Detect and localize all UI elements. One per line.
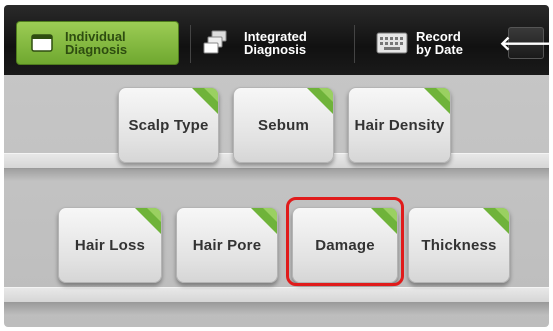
top-navigation-bar: Individual Diagnosis Integrated Diagnosi… <box>4 5 549 75</box>
scalp-type-button[interactable]: Scalp Type <box>118 87 219 163</box>
corner-tab-highlight <box>436 88 450 102</box>
corner-tab-highlight <box>263 208 277 222</box>
back-arrow-icon: 🡐 <box>499 32 549 55</box>
sebum-button[interactable]: Sebum <box>233 87 334 163</box>
tab-integrated-diagnosis[interactable]: Integrated Diagnosis <box>202 21 337 65</box>
tile-label: Scalp Type <box>128 116 209 134</box>
corner-tab-highlight <box>495 208 509 222</box>
tab-label: Record by Date <box>416 29 463 57</box>
back-button[interactable]: 🡐 <box>499 27 549 59</box>
shelf-shadow <box>4 169 549 181</box>
tab-record-by-date[interactable]: Record by Date <box>370 21 500 65</box>
tab-label: Individual Diagnosis <box>65 29 128 57</box>
hair-pore-button[interactable]: Hair Pore <box>176 207 278 283</box>
shelf-shadow <box>4 303 549 315</box>
hair-density-button[interactable]: Hair Density <box>348 87 451 163</box>
thickness-button[interactable]: Thickness <box>408 207 510 283</box>
tile-label: Hair Pore <box>192 236 262 254</box>
stacked-cards-icon <box>203 30 227 54</box>
tab-label: Integrated Diagnosis <box>244 29 307 57</box>
corner-tab-highlight <box>204 88 218 102</box>
corner-tab-highlight <box>319 88 333 102</box>
app-screen: Individual Diagnosis Integrated Diagnosi… <box>4 5 549 327</box>
keyboard-icon <box>376 32 408 54</box>
tile-label: Sebum <box>257 116 309 134</box>
tile-label: Hair Density <box>354 116 445 134</box>
window-icon <box>31 34 53 52</box>
tab-divider <box>190 25 191 63</box>
selection-highlight-box <box>286 197 404 286</box>
shelf-row-2 <box>4 287 549 303</box>
tab-divider <box>354 25 355 63</box>
corner-tab-highlight <box>147 208 161 222</box>
hair-loss-button[interactable]: Hair Loss <box>58 207 162 283</box>
tile-label: Hair Loss <box>74 236 146 254</box>
tile-label: Thickness <box>421 236 497 254</box>
tab-individual-diagnosis[interactable]: Individual Diagnosis <box>16 21 179 65</box>
